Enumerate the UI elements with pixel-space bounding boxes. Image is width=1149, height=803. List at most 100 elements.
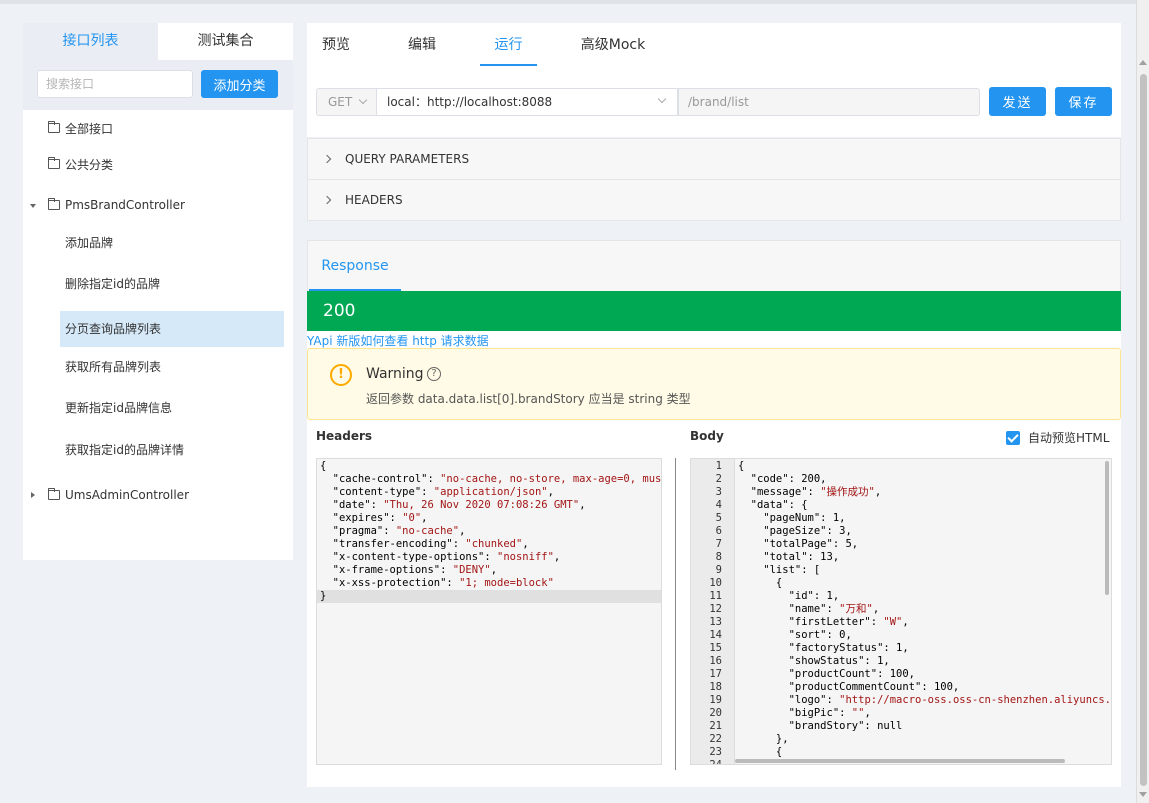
section-label: HEADERS <box>345 193 403 207</box>
sidebar-item-brand-list-all[interactable]: 获取所有品牌列表 <box>60 349 284 385</box>
line-number: 13 <box>709 616 722 628</box>
line-number: 7 <box>715 538 722 550</box>
body-code-editor[interactable]: 1 2 3 4 5 6 7 8 9 10 11 12 13 14 15 16 17 18 19 20 21 22 23 24 … <box>690 458 1112 765</box>
line-number: 19 <box>709 694 722 706</box>
code-line: "x-content-type-options": "nosniff", <box>320 551 561 563</box>
code-line: "bigPic": "", <box>738 707 871 719</box>
line-number: 6 <box>715 525 722 537</box>
request-bar: GET local：http://localhost:8088 /brand/l… <box>307 75 1121 137</box>
add-category-button[interactable]: 添加分类 <box>201 70 278 98</box>
code-line: }, <box>738 733 789 745</box>
line-number: 21 <box>709 720 722 732</box>
chevron-down-icon <box>358 95 368 105</box>
page-scrollbar[interactable] <box>1136 0 1149 803</box>
section-label: QUERY PARAMETERS <box>345 152 470 166</box>
line-number: 12 <box>709 603 722 615</box>
code-line: "x-xss-protection": "1; mode=block" <box>320 577 554 589</box>
tree-folder-public[interactable]: 公共分类 <box>48 154 113 174</box>
tree-folder-label: 全部接口 <box>65 121 114 136</box>
tab-interface-list[interactable]: 接口列表 <box>23 23 158 60</box>
code-line: "code": 200, <box>738 473 827 485</box>
line-number: 9 <box>715 564 722 576</box>
code-line: { <box>738 746 783 758</box>
sidebar-item-delete-brand[interactable]: 删除指定id的品牌 <box>60 266 284 302</box>
scrollbar-thumb[interactable] <box>1140 74 1147 786</box>
tree-folder-label: UmsAdminController <box>65 488 189 502</box>
line-number: 8 <box>715 551 722 563</box>
sidebar-item-brand-detail[interactable]: 获取指定id的品牌详情 <box>60 432 284 468</box>
code-line: "productCount": 100, <box>738 668 916 680</box>
tab-test-collection[interactable]: 测试集合 <box>158 23 293 60</box>
caret-right-icon[interactable] <box>31 492 35 498</box>
code-line: "date": "Thu, 26 Nov 2020 07:08:26 GMT", <box>320 499 586 511</box>
tab-advanced-mock[interactable]: 高级Mock <box>580 23 646 66</box>
line-number: 14 <box>709 629 722 641</box>
tab-preview[interactable]: 预览 <box>321 23 351 66</box>
code-line: "transfer-encoding": "chunked", <box>320 538 529 550</box>
folder-icon <box>48 488 60 500</box>
method-value: GET <box>328 95 353 109</box>
line-number: 23 <box>709 746 722 758</box>
body-code: { "code": 200, "message": "操作成功", "data"… <box>738 460 1111 764</box>
tab-run[interactable]: 运行 <box>480 23 537 66</box>
path-input[interactable]: /brand/list <box>678 88 980 116</box>
search-input[interactable] <box>37 70 193 98</box>
warning-alert: ! Warning ? 返回参数 data.data.list[0].brand… <box>307 348 1121 420</box>
line-number-gutter: 1 2 3 4 5 6 7 8 9 10 11 12 13 14 15 16 17 18 19 20 21 22 23 24 <box>691 459 735 764</box>
sidebar-item-update-brand[interactable]: 更新指定id品牌信息 <box>60 390 284 426</box>
environment-select[interactable]: local：http://localhost:8088 <box>376 88 678 116</box>
method-select[interactable]: GET <box>316 88 376 116</box>
code-line: "list": [ <box>738 564 821 576</box>
editor-vertical-scrollbar[interactable] <box>1105 461 1109 595</box>
tree-folder-label: PmsBrandController <box>65 198 185 212</box>
interface-sidebar: 接口列表 测试集合 添加分类 全部接口 公共分类 PmsBrandControl… <box>23 23 293 560</box>
chevron-right-icon <box>322 154 332 164</box>
line-number: 16 <box>709 655 722 667</box>
checkbox-checked-icon[interactable] <box>1006 430 1020 445</box>
code-line: "firstLetter": "W", <box>738 616 909 628</box>
line-number: 1 <box>715 460 722 472</box>
headers-section[interactable]: HEADERS <box>307 179 1121 221</box>
save-button[interactable]: 保存 <box>1055 87 1112 116</box>
status-code-bar: 200 <box>307 291 1121 331</box>
folder-icon <box>48 121 60 133</box>
code-line: } <box>320 590 327 602</box>
chevron-down-icon <box>657 94 667 104</box>
sidebar-item-add-brand[interactable]: 添加品牌 <box>60 225 284 261</box>
caret-down-icon[interactable] <box>30 204 36 208</box>
window-top-border <box>0 0 1149 4</box>
code-line: "data": { <box>738 499 808 511</box>
line-number: 20 <box>709 707 722 719</box>
auto-preview-label: 自动预览HTML <box>1028 431 1110 445</box>
line-number: 15 <box>709 642 722 654</box>
code-line: { <box>320 460 327 472</box>
editor-horizontal-scrollbar[interactable] <box>735 759 1065 763</box>
headers-code-editor[interactable]: { "cache-control": "no-cache, no-store, … <box>316 458 662 765</box>
headers-code: { "cache-control": "no-cache, no-store, … <box>320 460 661 603</box>
tree-folder-umsadmin[interactable]: UmsAdminController <box>48 485 189 505</box>
tree-folder-all[interactable]: 全部接口 <box>48 118 113 138</box>
code-line: "x-frame-options": "DENY", <box>320 564 498 576</box>
body-label: Body <box>690 429 724 443</box>
code-line: "pageSize": 3, <box>738 525 852 537</box>
auto-preview-toggle[interactable]: 自动预览HTML <box>1006 429 1109 446</box>
tab-edit[interactable]: 编辑 <box>407 23 437 66</box>
help-link[interactable]: YApi 新版如何查看 http 请求数据 <box>307 332 489 349</box>
question-icon[interactable]: ? <box>427 367 441 381</box>
response-body: YApi 新版如何查看 http 请求数据 ! Warning ? 返回参数 d… <box>307 331 1121 787</box>
tab-response[interactable]: Response <box>309 241 401 291</box>
tree-folder-pmsbrand[interactable]: PmsBrandController <box>48 195 185 215</box>
scroll-up-icon[interactable] <box>1139 60 1147 65</box>
sidebar-tabs: 接口列表 测试集合 <box>23 23 293 60</box>
chevron-right-icon <box>322 195 332 205</box>
line-number: 5 <box>715 512 722 524</box>
send-button[interactable]: 发送 <box>989 87 1046 116</box>
scroll-down-icon[interactable] <box>1139 792 1147 797</box>
code-line: "message": "操作成功", <box>738 486 882 498</box>
sidebar-item-brand-list-page[interactable]: 分页查询品牌列表 <box>60 311 284 347</box>
code-line: "brandStory": null <box>738 720 903 732</box>
code-line: { <box>738 577 783 589</box>
environment-value: local：http://localhost:8088 <box>387 95 553 109</box>
query-parameters-section[interactable]: QUERY PARAMETERS <box>307 138 1121 180</box>
pane-divider[interactable] <box>675 458 676 770</box>
